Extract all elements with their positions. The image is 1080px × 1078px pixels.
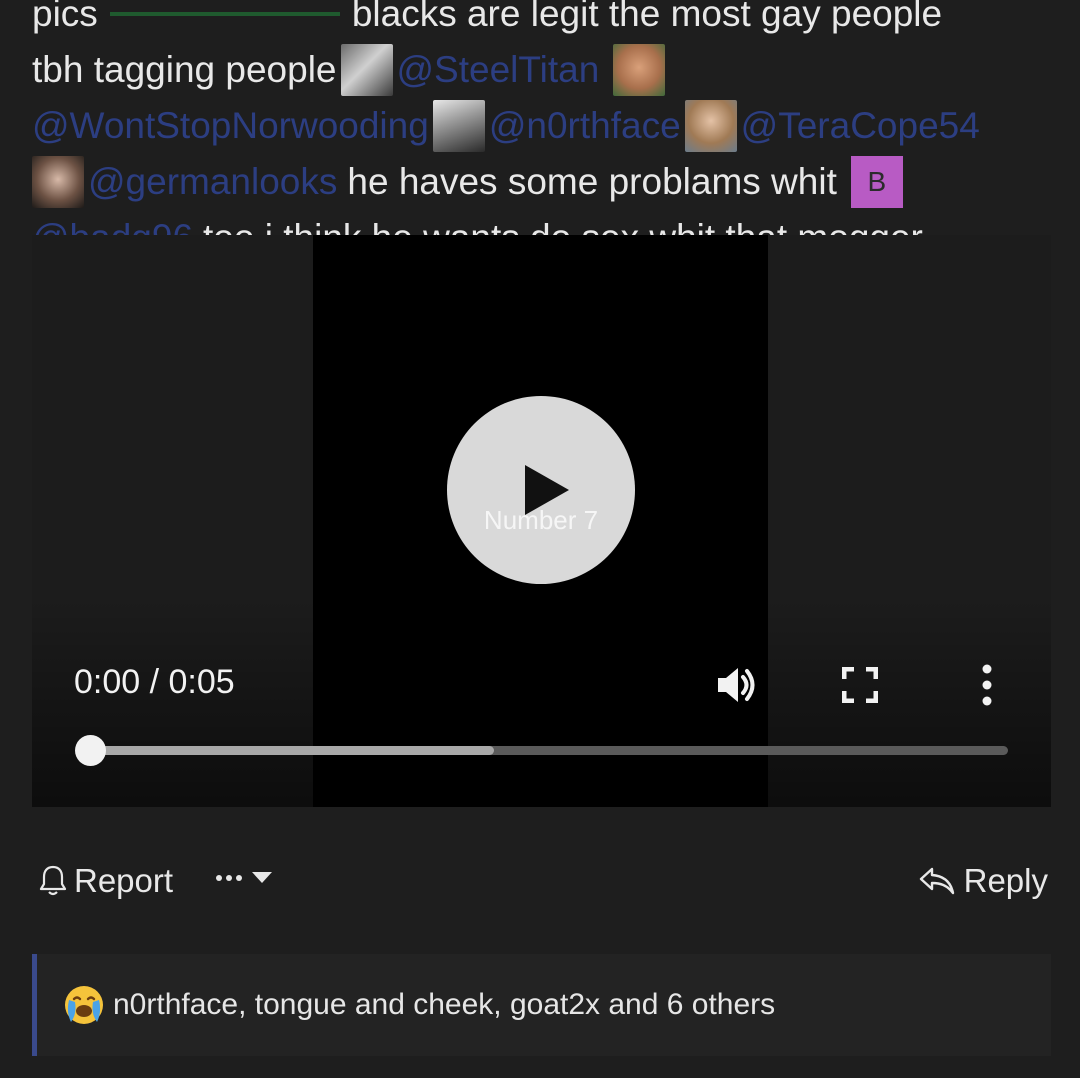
reply-label: Reply <box>963 862 1048 899</box>
user-avatar-letter[interactable]: B <box>850 156 903 208</box>
message-line-2: @WontStopNorwooding @n0rthface @TeraCope… <box>32 98 1072 154</box>
reply-button[interactable]: Reply <box>918 862 1048 900</box>
loudly-crying-face-icon <box>65 986 103 1024</box>
user-avatar[interactable] <box>684 100 737 152</box>
cropped-image-strip <box>109 12 340 16</box>
video-caption: Number 7 <box>483 505 599 535</box>
user-mention[interactable]: @SteelTitan <box>397 42 600 98</box>
user-avatar[interactable] <box>613 44 666 96</box>
user-avatar[interactable] <box>32 156 84 208</box>
user-avatar[interactable] <box>432 100 485 152</box>
message-body: pics blacks are legit the most gay peopl… <box>32 0 1072 266</box>
vertical-dots-icon[interactable] <box>972 663 1002 707</box>
user-mention[interactable]: @n0rthface <box>489 98 681 154</box>
reply-arrow-icon <box>919 867 954 895</box>
fullscreen-icon[interactable] <box>842 667 878 703</box>
message-text: he haves some problams whit <box>347 161 837 202</box>
progress-bar[interactable] <box>75 735 1008 766</box>
controls-overlay <box>32 597 1051 807</box>
message-actions: Report Reply <box>38 862 1048 914</box>
bell-icon <box>39 865 67 896</box>
message-line-0: pics blacks are legit the most gay peopl… <box>32 0 1072 42</box>
message-line-1: tbh tagging people @SteelTitan <box>32 42 1072 98</box>
message-line-3: @germanlooks he haves some problams whit… <box>32 154 1072 210</box>
message-text-fragment: blacks are legit the most gay people <box>351 0 943 34</box>
report-button[interactable]: Report <box>38 862 173 900</box>
user-mention[interactable]: @TeraCope54 <box>741 98 980 154</box>
reactions-text: n0rthface, tongue and cheek, goat2x and … <box>113 988 776 1021</box>
caret-down-icon <box>252 872 272 883</box>
reactions-summary[interactable]: n0rthface, tongue and cheek, goat2x and … <box>32 954 1051 1056</box>
user-mention[interactable]: @WontStopNorwooding <box>32 98 429 154</box>
message-text-fragment: pics <box>32 0 98 34</box>
progress-handle[interactable] <box>75 735 106 766</box>
more-actions-button[interactable] <box>216 872 272 883</box>
video-player[interactable]: Number 7 0:00 / 0:05 <box>32 235 1051 807</box>
play-button[interactable] <box>447 396 635 584</box>
chat-message-page: pics blacks are legit the most gay peopl… <box>0 0 1080 1078</box>
progress-buffered <box>90 746 494 755</box>
message-text: tbh tagging people <box>32 49 337 90</box>
volume-icon[interactable] <box>714 663 758 707</box>
ellipsis-icon <box>216 874 242 881</box>
time-display: 0:00 / 0:05 <box>74 663 235 701</box>
user-mention[interactable]: @germanlooks <box>88 154 337 210</box>
report-label: Report <box>74 862 174 899</box>
user-avatar[interactable] <box>340 44 393 96</box>
